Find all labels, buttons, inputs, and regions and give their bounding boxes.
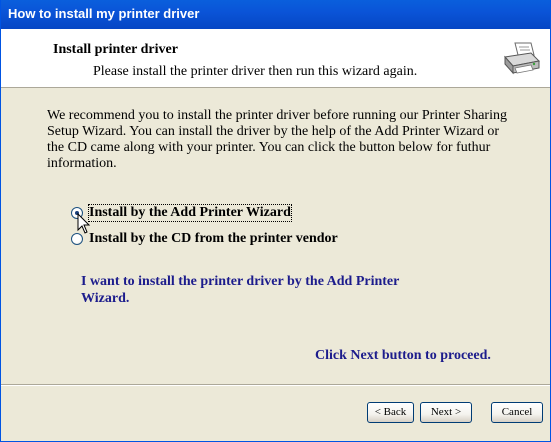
header-subtitle: Please install the printer driver then r… <box>93 64 418 79</box>
intro-text: We recommend you to install the printer … <box>47 108 507 171</box>
back-button[interactable]: < Back <box>367 402 414 423</box>
window-title: How to install my printer driver <box>8 6 200 21</box>
option-description: I want to install the printer driver by … <box>81 274 400 306</box>
option-cd-from-vendor[interactable]: Install by the CD from the printer vendo… <box>71 230 338 248</box>
option-label: Install by the Add Printer Wizard <box>88 204 292 222</box>
next-button[interactable]: Next > <box>420 402 472 423</box>
title-bar[interactable]: How to install my printer driver <box>1 0 550 29</box>
option-label: Install by the CD from the printer vendo… <box>89 231 338 246</box>
mouse-pointer-icon <box>77 213 91 234</box>
footer-divider <box>1 384 550 386</box>
proceed-hint: Click Next button to proceed. <box>315 348 491 363</box>
wizard-header: Install printer driver Please install th… <box>1 29 550 88</box>
option-add-printer-wizard[interactable]: Install by the Add Printer Wizard <box>71 204 292 222</box>
printer-icon <box>504 42 541 75</box>
header-title: Install printer driver <box>53 42 178 57</box>
wizard-dialog: How to install my printer driver Install… <box>0 0 551 442</box>
cancel-button[interactable]: Cancel <box>491 402 543 423</box>
